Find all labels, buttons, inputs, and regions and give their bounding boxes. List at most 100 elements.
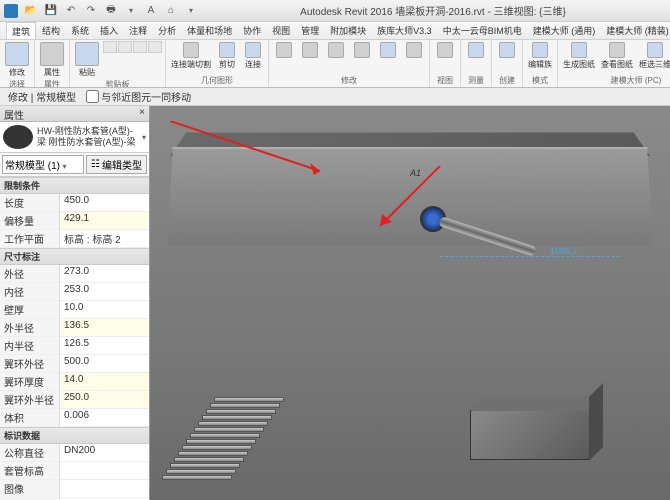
qat-more-icon[interactable]: ▾ (122, 2, 140, 20)
property-value[interactable]: 429.1 (60, 212, 149, 229)
qat-open-icon[interactable]: 📂 (22, 2, 40, 20)
instance-dropdown[interactable]: 常规模型 (1) ▾ (2, 155, 84, 174)
ribbon-button[interactable] (495, 41, 519, 59)
ribbon-button-icon (609, 42, 625, 58)
small-button[interactable] (103, 41, 117, 53)
property-row: 壁厚10.0 (0, 301, 149, 319)
stair-step (170, 463, 240, 468)
ribbon-tab[interactable]: 建筑 (6, 22, 36, 39)
move-with-adjacent-checkbox[interactable]: 与邻近图元一同移动 (86, 89, 191, 104)
dimension-text[interactable]: 1095.7 (550, 246, 578, 256)
ribbon-button[interactable]: 修改 (3, 41, 31, 79)
ribbon-group-title: 属性 (38, 79, 66, 88)
ribbon-button[interactable]: 查看图纸 (599, 41, 635, 71)
qat-home-icon[interactable]: ⌂ (162, 2, 180, 20)
property-value[interactable]: 126.5 (60, 337, 149, 354)
property-row: 翼环厚度14.0 (0, 373, 149, 391)
ribbon-group: 属性属性 (35, 40, 70, 87)
type-selector[interactable]: HW-刚性防水套管(A型)-梁 刚性防水套管(A型)-梁 ▾ (0, 122, 149, 153)
ribbon-button[interactable] (402, 41, 426, 59)
ribbon-button-icon (406, 42, 422, 58)
ribbon-group: 连接端切割剪切连接几何图形 (166, 40, 269, 87)
ribbon-tab[interactable]: 插入 (95, 22, 123, 39)
ribbon-button[interactable] (298, 41, 322, 59)
ribbon-tab[interactable]: 视图 (267, 22, 295, 39)
property-category[interactable]: 尺寸标注 (0, 248, 149, 265)
ribbon-tab[interactable]: 分析 (153, 22, 181, 39)
property-label: 外径 (0, 265, 60, 282)
ribbon-tab[interactable]: 管理 (296, 22, 324, 39)
ribbon-button-label: 连接 (245, 59, 261, 70)
3d-viewport[interactable]: 1095.7 A1 (150, 106, 670, 500)
qat-print-icon[interactable]: 🖶 (102, 2, 120, 20)
ribbon-button-icon (75, 42, 99, 66)
ribbon-button[interactable]: 粘贴 (73, 41, 101, 79)
small-button[interactable] (148, 41, 162, 53)
ribbon-tab[interactable]: 系统 (66, 22, 94, 39)
small-button[interactable] (118, 41, 132, 53)
property-value[interactable]: 14.0 (60, 373, 149, 390)
ribbon-button[interactable] (324, 41, 348, 59)
ribbon-button[interactable] (350, 41, 374, 59)
ribbon-tab[interactable]: 族库大师V3.3 (372, 22, 437, 39)
ribbon-tab[interactable]: 协作 (238, 22, 266, 39)
small-button[interactable] (133, 41, 147, 53)
ribbon-button[interactable]: 生成图纸 (561, 41, 597, 71)
ribbon-button-icon (219, 42, 235, 58)
ribbon-button[interactable]: 连接 (241, 41, 265, 71)
ribbon-button[interactable]: 框选三维 (637, 41, 670, 71)
ribbon-tab[interactable]: 附加模块 (325, 22, 371, 39)
property-value[interactable]: 136.5 (60, 319, 149, 336)
properties-grid[interactable]: 限制条件长度450.0偏移量429.1工作平面标高 : 标高 2尺寸标注外径27… (0, 177, 149, 500)
property-value[interactable]: 253.0 (60, 283, 149, 300)
ribbon-button-icon (354, 42, 370, 58)
qat-save-icon[interactable]: 💾 (42, 2, 60, 20)
property-value[interactable]: 450.0 (60, 194, 149, 211)
property-value[interactable]: DN200 (60, 444, 149, 461)
ribbon-tab[interactable]: 体量和场地 (182, 22, 237, 39)
edit-type-button[interactable]: ☷ 编辑类型 (86, 155, 147, 174)
property-value[interactable] (60, 462, 149, 479)
ribbon-tab[interactable]: 结构 (37, 22, 65, 39)
ribbon-button[interactable] (272, 41, 296, 59)
ribbon-button[interactable]: 剪切 (215, 41, 239, 71)
ribbon-button[interactable] (433, 41, 457, 59)
box-element[interactable] (470, 410, 590, 460)
ribbon-button[interactable]: 连接端切割 (169, 41, 213, 71)
property-category[interactable]: 限制条件 (0, 177, 149, 194)
property-label: 套管标高 (0, 462, 60, 479)
property-value[interactable]: 273.0 (60, 265, 149, 282)
ribbon-button-icon (437, 42, 453, 58)
ribbon-button[interactable] (376, 41, 400, 59)
chevron-down-icon[interactable]: ▾ (142, 133, 146, 142)
property-label: 壁厚 (0, 301, 60, 318)
title-bar: 📂 💾 ↶ ↷ 🖶 ▾ A ⌂ ▾ Autodesk Revit 2016 墙梁… (0, 0, 670, 22)
property-value[interactable] (60, 480, 149, 497)
property-row: 偏移量429.1 (0, 212, 149, 230)
ribbon-button[interactable] (464, 41, 488, 59)
stairs[interactable] (162, 390, 292, 480)
qat-a-icon[interactable]: A (142, 2, 160, 20)
ribbon-button[interactable]: 编辑族 (526, 41, 554, 71)
qat-dd-icon[interactable]: ▾ (182, 2, 200, 20)
ribbon-tab[interactable]: 注释 (124, 22, 152, 39)
dimension-line[interactable] (440, 256, 620, 257)
ribbon-button-icon (183, 42, 199, 58)
ribbon-tab[interactable]: 建模大师 (通用) (528, 22, 601, 39)
property-value[interactable]: 500.0 (60, 355, 149, 372)
property-value[interactable]: 250.0 (60, 391, 149, 408)
property-value[interactable]: 0.006 (60, 409, 149, 426)
qat-undo-icon[interactable]: ↶ (62, 2, 80, 20)
property-value[interactable]: 标高 : 标高 2 (60, 230, 149, 247)
stair-step (202, 415, 272, 420)
property-value[interactable]: 10.0 (60, 301, 149, 318)
close-icon[interactable]: × (139, 107, 145, 120)
app-icon[interactable] (4, 4, 18, 18)
ribbon-button[interactable]: 属性 (38, 41, 66, 79)
property-category[interactable]: 标识数据 (0, 427, 149, 444)
ribbon-tab[interactable]: 建模大师 (精装) (601, 22, 670, 39)
property-row: 外径273.0 (0, 265, 149, 283)
ribbon-tab[interactable]: 中太一云母BIM机电 (438, 22, 527, 39)
checkbox-input[interactable] (86, 90, 99, 103)
qat-redo-icon[interactable]: ↷ (82, 2, 100, 20)
